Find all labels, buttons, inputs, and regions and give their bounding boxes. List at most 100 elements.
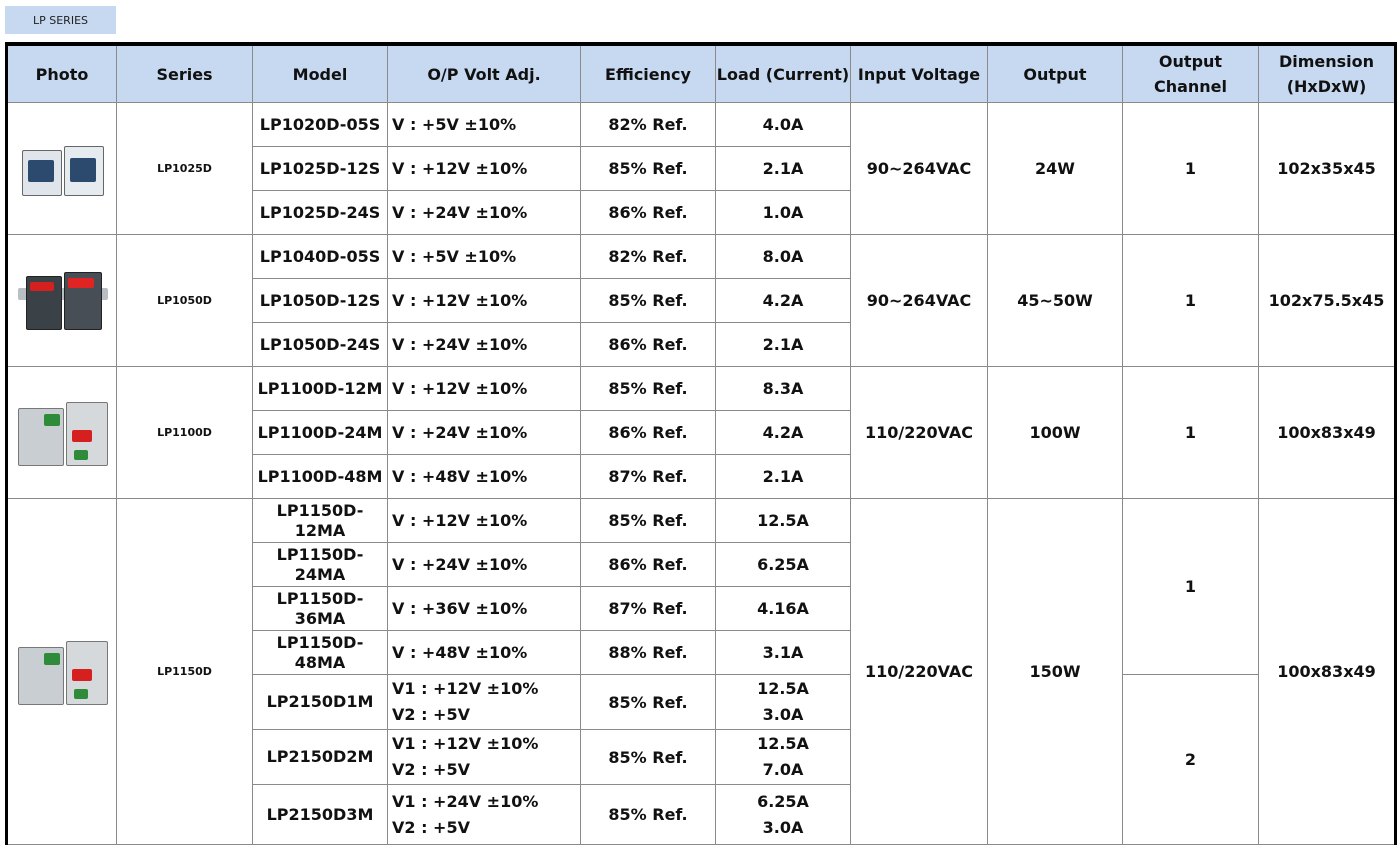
efficiency-cell: 86% Ref. [580, 322, 716, 367]
header-load: Load (Current) [715, 43, 851, 103]
input-cell: 90~264VAC [850, 234, 988, 367]
model-cell: LP1100D-48M [252, 454, 388, 499]
efficiency-cell: 85% Ref. [580, 784, 716, 845]
channel-cell: 1 [1122, 498, 1259, 675]
model-cell: LP1150D- 48MA [252, 630, 388, 675]
model-cell: LP1100D-12M [252, 366, 388, 411]
efficiency-cell: 85% Ref. [580, 498, 716, 543]
din-rail-psu-display-icon [14, 268, 110, 334]
load-cell: 2.1A [715, 454, 851, 499]
volt-cell: V : +24V ±10% [387, 410, 581, 455]
table-row: LP1050D LP1040D-05S V : +5V ±10% 82% Ref… [6, 234, 1396, 367]
header-photo: Photo [6, 43, 117, 103]
series-tab[interactable]: LP SERIES [5, 6, 116, 34]
volt-cell: V : +48V ±10% [387, 630, 581, 675]
volt-cell: V : +12V ±10% [387, 146, 581, 191]
volt-line1: V1 : +24V ±10% [392, 791, 539, 811]
volt-cell: V1 : +24V ±10% V2 : +5V [387, 784, 581, 845]
volt-line2: V2 : +5V [392, 705, 470, 724]
load-cell: 2.1A [715, 322, 851, 367]
load-cell: 12.5A 3.0A [715, 674, 851, 730]
load-cell: 12.5A 7.0A [715, 729, 851, 785]
model-line2: 12MA [294, 520, 346, 540]
volt-line2: V2 : +5V [392, 817, 470, 837]
load-line1: 12.5A [757, 734, 809, 753]
channel-cell: 1 [1122, 234, 1259, 367]
load-cell: 8.3A [715, 366, 851, 411]
model-cell: LP1150D- 24MA [252, 542, 388, 587]
output-cell: 150W [987, 498, 1123, 845]
efficiency-cell: 85% Ref. [580, 729, 716, 785]
volt-line1: V1 : +12V ±10% [392, 679, 539, 698]
load-line2: 3.0A [762, 705, 804, 724]
volt-line1: V1 : +12V ±10% [392, 734, 539, 753]
model-line1: LP1150D- [276, 588, 364, 608]
load-line2: 3.0A [762, 817, 804, 837]
header-dimension-line2: (HxDxW) [1286, 77, 1367, 96]
load-cell: 4.16A [715, 586, 851, 631]
header-channel: Output Channel [1122, 43, 1259, 103]
model-cell: LP1040D-05S [252, 234, 388, 279]
input-cell: 110/220VAC [850, 366, 988, 499]
model-cell: LP1150D- 12MA [252, 498, 388, 543]
dimension-cell: 102x75.5x45 [1258, 234, 1396, 367]
load-cell: 3.1A [715, 630, 851, 675]
din-rail-psu-large-icon [14, 639, 110, 705]
table-row: LP1025D LP1020D-05S V : +5V ±10% 82% Ref… [6, 102, 1396, 235]
efficiency-cell: 86% Ref. [580, 190, 716, 235]
efficiency-cell: 85% Ref. [580, 278, 716, 323]
volt-cell: V : +36V ±10% [387, 586, 581, 631]
model-line2: 36MA [294, 608, 346, 628]
model-cell: LP1150D- 36MA [252, 586, 388, 631]
model-line1: LP1150D- [276, 632, 364, 652]
volt-cell: V : +48V ±10% [387, 454, 581, 499]
header-model: Model [252, 43, 388, 103]
output-cell: 45~50W [987, 234, 1123, 367]
volt-cell: V : +24V ±10% [387, 542, 581, 587]
volt-line2: V2 : +5V [392, 760, 470, 779]
volt-cell: V : +12V ±10% [387, 278, 581, 323]
input-cell: 90~264VAC [850, 102, 988, 235]
load-cell: 6.25A 3.0A [715, 784, 851, 845]
volt-cell: V : +12V ±10% [387, 498, 581, 543]
load-cell: 4.0A [715, 102, 851, 147]
dimension-cell: 100x83x49 [1258, 498, 1396, 845]
load-cell: 2.1A [715, 146, 851, 191]
model-cell: LP2150D2M [252, 729, 388, 785]
photo-cell [6, 366, 117, 499]
series-cell: LP1150D [116, 498, 253, 845]
header-efficiency: Efficiency [580, 43, 716, 103]
volt-cell: V : +24V ±10% [387, 322, 581, 367]
header-series: Series [116, 43, 253, 103]
header-output: Output [987, 43, 1123, 103]
efficiency-cell: 85% Ref. [580, 366, 716, 411]
header-dimension: Dimension (HxDxW) [1258, 43, 1396, 103]
model-cell: LP2150D3M [252, 784, 388, 845]
photo-cell [6, 102, 117, 235]
channel-cell: 1 [1122, 102, 1259, 235]
header-op-volt: O/P Volt Adj. [387, 43, 581, 103]
load-cell: 4.2A [715, 278, 851, 323]
volt-cell: V : +12V ±10% [387, 366, 581, 411]
efficiency-cell: 87% Ref. [580, 586, 716, 631]
volt-cell: V : +5V ±10% [387, 102, 581, 147]
output-cell: 24W [987, 102, 1123, 235]
efficiency-cell: 82% Ref. [580, 234, 716, 279]
load-cell: 12.5A [715, 498, 851, 543]
channel-cell: 1 [1122, 366, 1259, 499]
din-rail-psu-white-icon [14, 136, 110, 202]
table-row: LP1150D LP1150D- 12MA V : +12V ±10% 85% R… [6, 498, 1396, 845]
load-cell: 1.0A [715, 190, 851, 235]
series-cell: LP1050D [116, 234, 253, 367]
volt-cell: V : +24V ±10% [387, 190, 581, 235]
output-cell: 100W [987, 366, 1123, 499]
dimension-cell: 102x35x45 [1258, 102, 1396, 235]
product-table: Photo Series Model O/P Volt Adj. Efficie… [5, 42, 1397, 845]
header-channel-line1: Output [1158, 52, 1223, 71]
model-cell: LP1020D-05S [252, 102, 388, 147]
model-cell: LP2150D1M [252, 674, 388, 730]
model-cell: LP1050D-24S [252, 322, 388, 367]
efficiency-cell: 88% Ref. [580, 630, 716, 675]
efficiency-cell: 86% Ref. [580, 542, 716, 587]
table-row: LP1100D LP1100D-12M V : +12V ±10% 85% Re… [6, 366, 1396, 499]
